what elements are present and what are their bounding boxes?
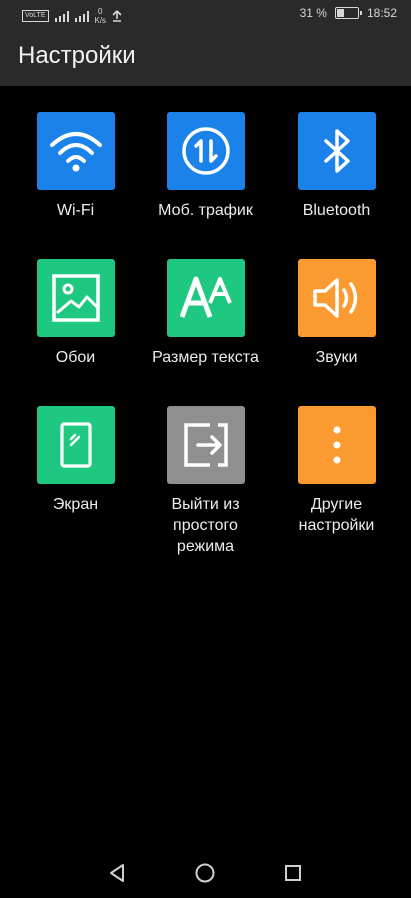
tile-wallpaper-bg <box>36 259 115 337</box>
net-speed: 0 K/s <box>95 7 107 25</box>
tile-wallpaper-label: Обои <box>55 349 96 366</box>
status-right: 31 % 18:52 <box>300 6 397 20</box>
net-speed-unit: K/s <box>94 16 107 25</box>
tile-display-bg <box>36 406 115 484</box>
status-left: VoLTE 0 K/s <box>22 7 122 25</box>
text-size-icon <box>179 276 232 318</box>
tile-other-settings-label: Другие настройки <box>298 496 375 534</box>
tile-wifi-label: Wi-Fi <box>56 202 95 219</box>
net-speed-value: 0 <box>98 7 103 16</box>
tile-wallpaper[interactable]: Обои <box>10 259 141 368</box>
recents-icon <box>285 865 301 881</box>
display-icon <box>59 422 92 468</box>
tile-wifi[interactable]: Wi-Fi <box>10 112 141 221</box>
tile-sound[interactable]: Звуки <box>271 259 402 368</box>
tile-mobile-data-bg <box>166 112 245 190</box>
tile-mobile-data[interactable]: Моб. трафик <box>140 112 271 221</box>
status-bar: VoLTE 0 K/s 31 % 18:52 <box>0 0 411 30</box>
bluetooth-icon <box>323 129 350 173</box>
tile-exit-simple-mode-bg <box>166 406 245 484</box>
tile-bluetooth[interactable]: Bluetooth <box>271 112 402 221</box>
tile-text-size[interactable]: Размер текста <box>140 259 271 368</box>
tile-bluetooth-bg <box>297 112 376 190</box>
tile-sound-bg <box>297 259 376 337</box>
clock: 18:52 <box>366 6 397 20</box>
sound-icon <box>312 278 357 318</box>
nav-recents-button[interactable] <box>278 858 308 888</box>
signal-icon-2 <box>74 10 89 22</box>
mobile-data-icon <box>181 127 230 175</box>
tile-other-settings-bg <box>297 406 376 484</box>
tile-other-settings[interactable]: Другие настройки <box>271 406 402 536</box>
battery-percent: 31 % <box>299 6 327 20</box>
wifi-icon <box>49 132 102 172</box>
tile-text-size-label: Размер текста <box>152 349 259 366</box>
tile-wifi-bg <box>36 112 115 190</box>
signal-icon <box>54 10 69 22</box>
upload-icon <box>112 10 122 22</box>
battery-icon <box>334 7 362 19</box>
page-title: Настройки <box>18 42 136 69</box>
battery-fill <box>336 9 344 17</box>
tile-display-label: Экран <box>52 496 99 513</box>
app-bar: Настройки <box>0 30 411 86</box>
tile-mobile-data-label: Моб. трафик <box>158 202 253 219</box>
volte-badge: VoLTE <box>22 10 49 22</box>
back-icon <box>110 864 124 882</box>
tile-display[interactable]: Экран <box>10 406 141 515</box>
tile-text-size-bg <box>166 259 245 337</box>
wallpaper-icon <box>51 274 100 322</box>
tile-bluetooth-label: Bluetooth <box>302 202 371 219</box>
tile-sound-label: Звуки <box>315 349 358 366</box>
nav-home-button[interactable] <box>190 858 220 888</box>
nav-back-button[interactable] <box>102 858 132 888</box>
navigation-bar <box>0 846 411 898</box>
more-icon <box>333 426 340 464</box>
tile-exit-simple-mode-label: Выйти из простого режима <box>171 496 240 555</box>
tile-exit-simple-mode[interactable]: Выйти из простого режима <box>140 406 271 557</box>
home-icon <box>195 863 215 883</box>
exit-icon <box>183 423 228 467</box>
